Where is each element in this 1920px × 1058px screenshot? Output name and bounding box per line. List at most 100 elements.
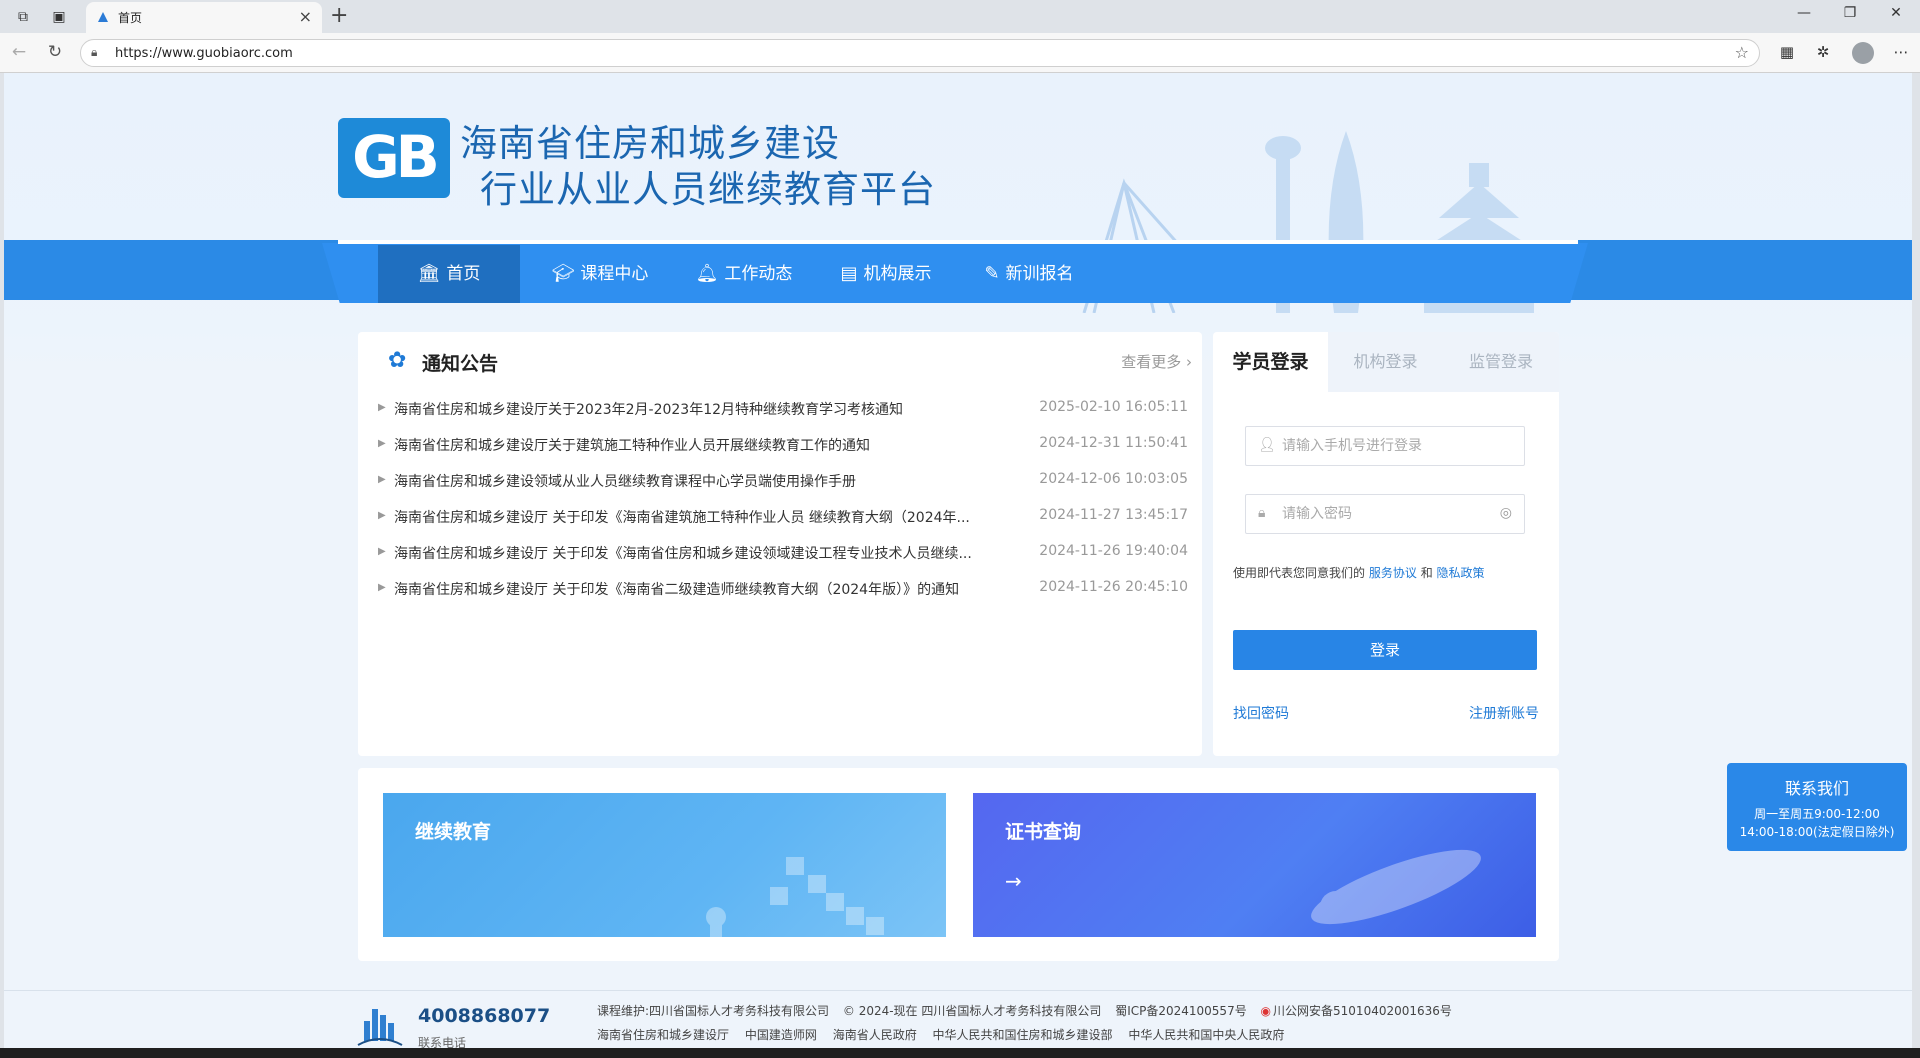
lock-icon: 🔒︎ [1258,505,1266,521]
tab-institution-login[interactable]: 机构登录 [1328,332,1443,392]
contact-title: 联系我们 [1784,779,1849,798]
privacy-policy-link[interactable]: 隐私政策 [1437,566,1485,580]
service-agreement-link[interactable]: 服务协议 [1369,566,1417,580]
notice-title: 通知公告 [422,353,499,375]
site-title-line2: 行业从业人员继续教育平台 [480,168,936,211]
refresh-icon[interactable]: ↻ [44,42,66,62]
building-icon: ▤ [840,263,858,284]
tab-student-login[interactable]: 学员登录 [1213,332,1328,392]
notice-item-text: 海南省住房和城乡建设厅 关于印发《海南省住房和城乡建设领域建设工程专业技术人员继… [394,546,972,562]
nav-item-institutions[interactable]: ▤ 机构展示 [822,245,950,303]
footer-link[interactable]: 中华人民共和国中央人民政府 [1128,1028,1284,1042]
profile-avatar[interactable] [1852,42,1874,64]
footer-link[interactable]: 海南省住房和城乡建设厅 [597,1028,729,1042]
agreement-and: 和 [1420,566,1433,580]
minimize-icon[interactable]: — [1784,5,1824,21]
nav-item-courses[interactable]: 🎓︎ 课程中心 [536,245,664,303]
close-window-icon[interactable]: ✕ [1876,5,1916,21]
browser-tab[interactable]: 首页 × [86,2,322,33]
notice-item[interactable]: ▶ 海南省住房和城乡建设厅 关于印发《海南省住房和城乡建设领域建设工程专业技术人… [378,537,1188,573]
notice-icon: ✿ [388,348,407,373]
notice-item-date: 2025-02-10 16:05:11 [1039,399,1188,415]
certificate-query-card[interactable]: 证书查询 → [973,793,1536,937]
tab-actions-icon[interactable]: ▣ [48,6,70,28]
tab-supervisor-login[interactable]: 监管登录 [1443,332,1559,392]
notice-item[interactable]: ▶ 海南省住房和城乡建设厅关于建筑施工特种作业人员开展继续教育工作的通知 202… [378,429,1188,465]
phone-input[interactable] [1282,427,1482,465]
password-input[interactable] [1282,495,1482,533]
forgot-password-link[interactable]: 找回密码 [1233,703,1289,723]
user-icon: 👤︎ [1258,437,1276,453]
nav-label: 首页 [446,264,481,284]
nav-top-rule [338,240,1578,244]
nav-label: 机构展示 [863,264,932,284]
footer-police-record-link[interactable]: 川公网安备51010402001636号 [1273,1004,1452,1018]
notice-item-date: 2024-12-31 11:50:41 [1039,435,1188,451]
footer-phone: 4008868077 [418,1005,551,1027]
notice-item-date: 2024-11-26 19:40:04 [1039,543,1188,559]
workspaces-icon[interactable]: ⧉ [12,6,34,28]
extensions-icon[interactable]: ✲ [1812,43,1834,61]
bullet-icon: ▶ [378,546,386,557]
police-badge-icon: ◉ [1260,1004,1272,1018]
login-button[interactable]: 登录 [1233,630,1537,670]
footer-copyright: © 2024-现在 四川省国标人才考务科技有限公司 [842,1004,1102,1018]
address-bar: ← ↻ 🔒︎ https://www.guobiaorc.com ☆ ▦ ✲ ⋯ [0,33,1920,73]
scroll-decoration [1311,849,1481,925]
notice-item[interactable]: ▶ 海南省住房和城乡建设厅 关于印发《海南省建筑施工特种作业人员 继续教育大纲（… [378,501,1188,537]
blocks-decoration [706,857,884,937]
bank-icon: 🏛︎ [417,263,441,284]
bullet-icon: ▶ [378,474,386,485]
footer-link[interactable]: 海南省人民政府 [833,1028,917,1042]
password-field: 🔒︎ ◎ [1245,494,1525,534]
bullet-icon: ▶ [378,510,386,521]
lock-icon: 🔒︎ [91,45,98,59]
more-menu-icon[interactable]: ⋯ [1890,43,1912,61]
favorite-star-icon[interactable]: ☆ [1735,43,1749,62]
url-field[interactable]: 🔒︎ https://www.guobiaorc.com ☆ [80,39,1760,67]
footer-copyright-line: 课程维护:四川省国标人才考务科技有限公司 © 2024-现在 四川省国标人才考务… [597,1002,1462,1019]
card-title: 继续教育 [415,821,492,843]
notice-item[interactable]: ▶ 海南省住房和城乡建设厅关于2023年2月-2023年12月特种继续教育学习考… [378,393,1188,429]
notice-item-text: 海南省住房和城乡建设厅关于2023年2月-2023年12月特种继续教育学习考核通… [394,402,904,418]
nav-label: 课程中心 [580,264,649,284]
view-more-label: 查看更多 [1121,353,1182,371]
notice-item-date: 2024-11-27 13:45:17 [1039,507,1188,523]
site-logo[interactable]: GB [338,118,450,198]
close-tab-icon[interactable]: × [299,7,312,26]
login-tabs: 学员登录 机构登录 监管登录 [1213,332,1559,392]
new-tab-icon[interactable]: + [330,3,348,28]
os-taskbar [0,1048,1920,1058]
bullet-icon: ▶ [378,438,386,449]
bullet-icon: ▶ [378,402,386,413]
collections-icon[interactable]: ▦ [1776,43,1798,61]
footer-link[interactable]: 中国建造师网 [745,1028,817,1042]
footer-icp-link[interactable]: 蜀ICP备2024100557号 [1115,1004,1247,1018]
tab-title: 首页 [118,11,143,25]
footer-links: 海南省住房和城乡建设厅 中国建造师网 海南省人民政府 中华人民共和国住房和城乡建… [597,1026,1296,1043]
contact-hours: 周一至周五9:00-12:00 14:00-18:00(法定假日除外) [1739,807,1895,839]
notice-item[interactable]: ▶ 海南省住房和城乡建设厅 关于印发《海南省二级建造师继续教育大纲（2024年版… [378,573,1188,609]
restore-icon[interactable]: ❐ [1830,5,1870,21]
feature-cards: 继续教育 证书查询 → [358,768,1559,961]
nav-item-news[interactable]: 🔔︎ 工作动态 [680,245,808,303]
arrow-right-icon: → [1005,869,1022,893]
agreement-prefix: 使用即代表您同意我们的 [1233,566,1366,580]
nav-item-registration[interactable]: ✎ 新训报名 [965,245,1093,303]
eye-slash-icon[interactable]: ◎ [1500,505,1512,521]
back-icon[interactable]: ← [8,42,30,62]
continuing-education-card[interactable]: 继续教育 [383,793,946,937]
nav-item-home[interactable]: 🏛︎ 首页 [378,245,520,303]
url-text: https://www.guobiaorc.com [115,46,293,61]
contact-us-box[interactable]: 联系我们 周一至周五9:00-12:00 14:00-18:00(法定假日除外) [1727,763,1907,851]
phone-field: 👤︎ [1245,426,1525,466]
register-link[interactable]: 注册新账号 [1469,703,1539,723]
view-more-link[interactable]: 查看更多 › [1121,351,1192,372]
notice-panel: ✿ 通知公告 查看更多 › ▶ 海南省住房和城乡建设厅关于2023年2月-202… [358,332,1202,756]
footer-link[interactable]: 中华人民共和国住房和城乡建设部 [933,1028,1113,1042]
bullet-icon: ▶ [378,582,386,593]
notice-item[interactable]: ▶ 海南省住房和城乡建设领域从业人员继续教育课程中心学员端使用操作手册 2024… [378,465,1188,501]
notice-item-date: 2024-12-06 10:03:05 [1039,471,1188,487]
footer-phone-label: 联系电话 [418,1036,467,1048]
page-viewport: GB 海南省住房和城乡建设 行业从业人员继续教育平台 🏛︎ 首页 🎓︎ 课程中心 🔔… [4,73,1912,1048]
